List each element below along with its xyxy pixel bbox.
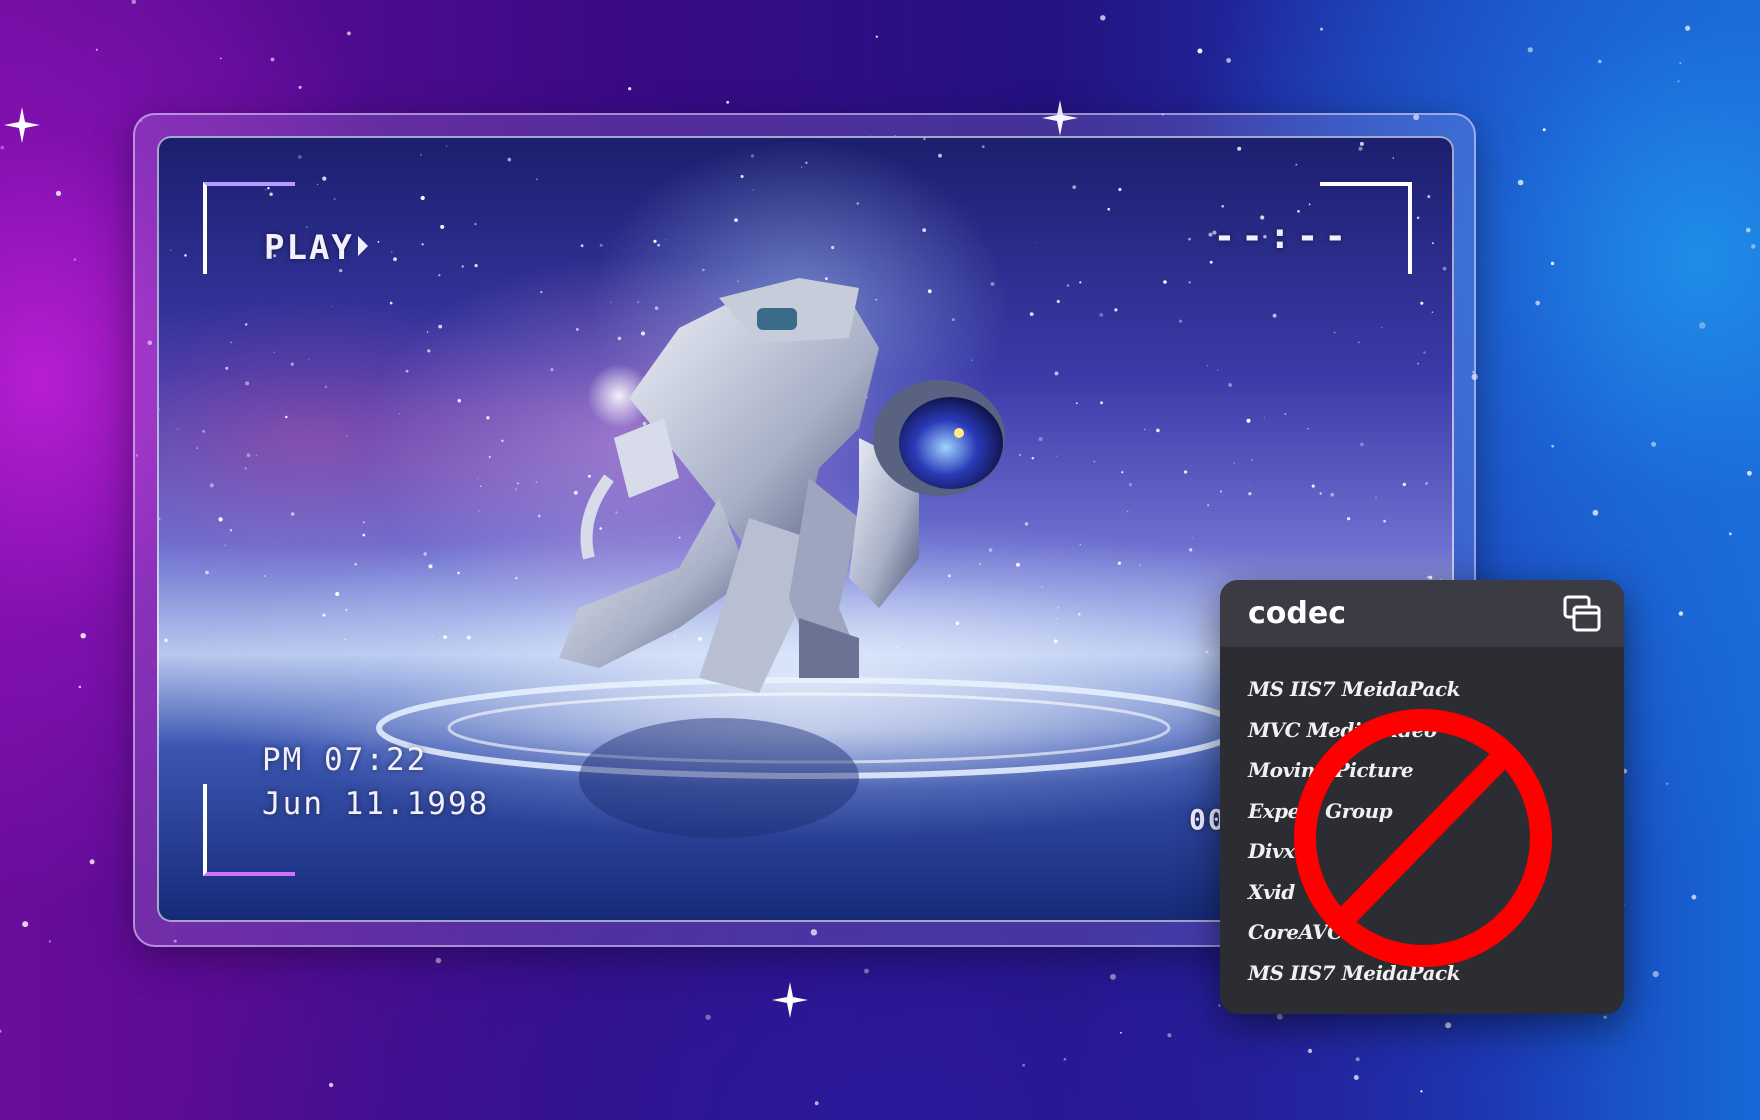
viewfinder-corner-top-right bbox=[1320, 182, 1412, 274]
recording-date: Jun 11.1998 bbox=[262, 786, 490, 822]
codec-item[interactable]: MVC Media video bbox=[1248, 710, 1624, 751]
codec-item[interactable]: Xvid bbox=[1248, 872, 1624, 913]
window-restore-icon[interactable] bbox=[1562, 594, 1602, 634]
codec-item[interactable]: Moving Picture bbox=[1248, 750, 1624, 791]
recording-time: PM 07:22 bbox=[262, 742, 428, 778]
codec-panel-title: codec bbox=[1248, 596, 1346, 631]
codec-item[interactable]: MS IIS7 MeidaPack bbox=[1248, 669, 1624, 710]
codec-panel-header: codec bbox=[1220, 580, 1624, 647]
codec-item[interactable]: Divx bbox=[1248, 831, 1624, 872]
codec-panel: codec MS IIS7 MeidaPack MVC Media video … bbox=[1220, 580, 1624, 1014]
codec-item[interactable]: MS IIS7 MeidaPack bbox=[1248, 953, 1624, 994]
viewfinder-corner-bottom-left bbox=[203, 784, 295, 876]
codec-item[interactable]: CoreAVC bbox=[1248, 912, 1624, 953]
viewfinder-corner-top-left bbox=[203, 182, 295, 274]
codec-list: MS IIS7 MeidaPack MVC Media video Moving… bbox=[1220, 647, 1624, 993]
codec-item[interactable]: Expert Group bbox=[1248, 791, 1624, 832]
play-icon bbox=[357, 236, 368, 256]
